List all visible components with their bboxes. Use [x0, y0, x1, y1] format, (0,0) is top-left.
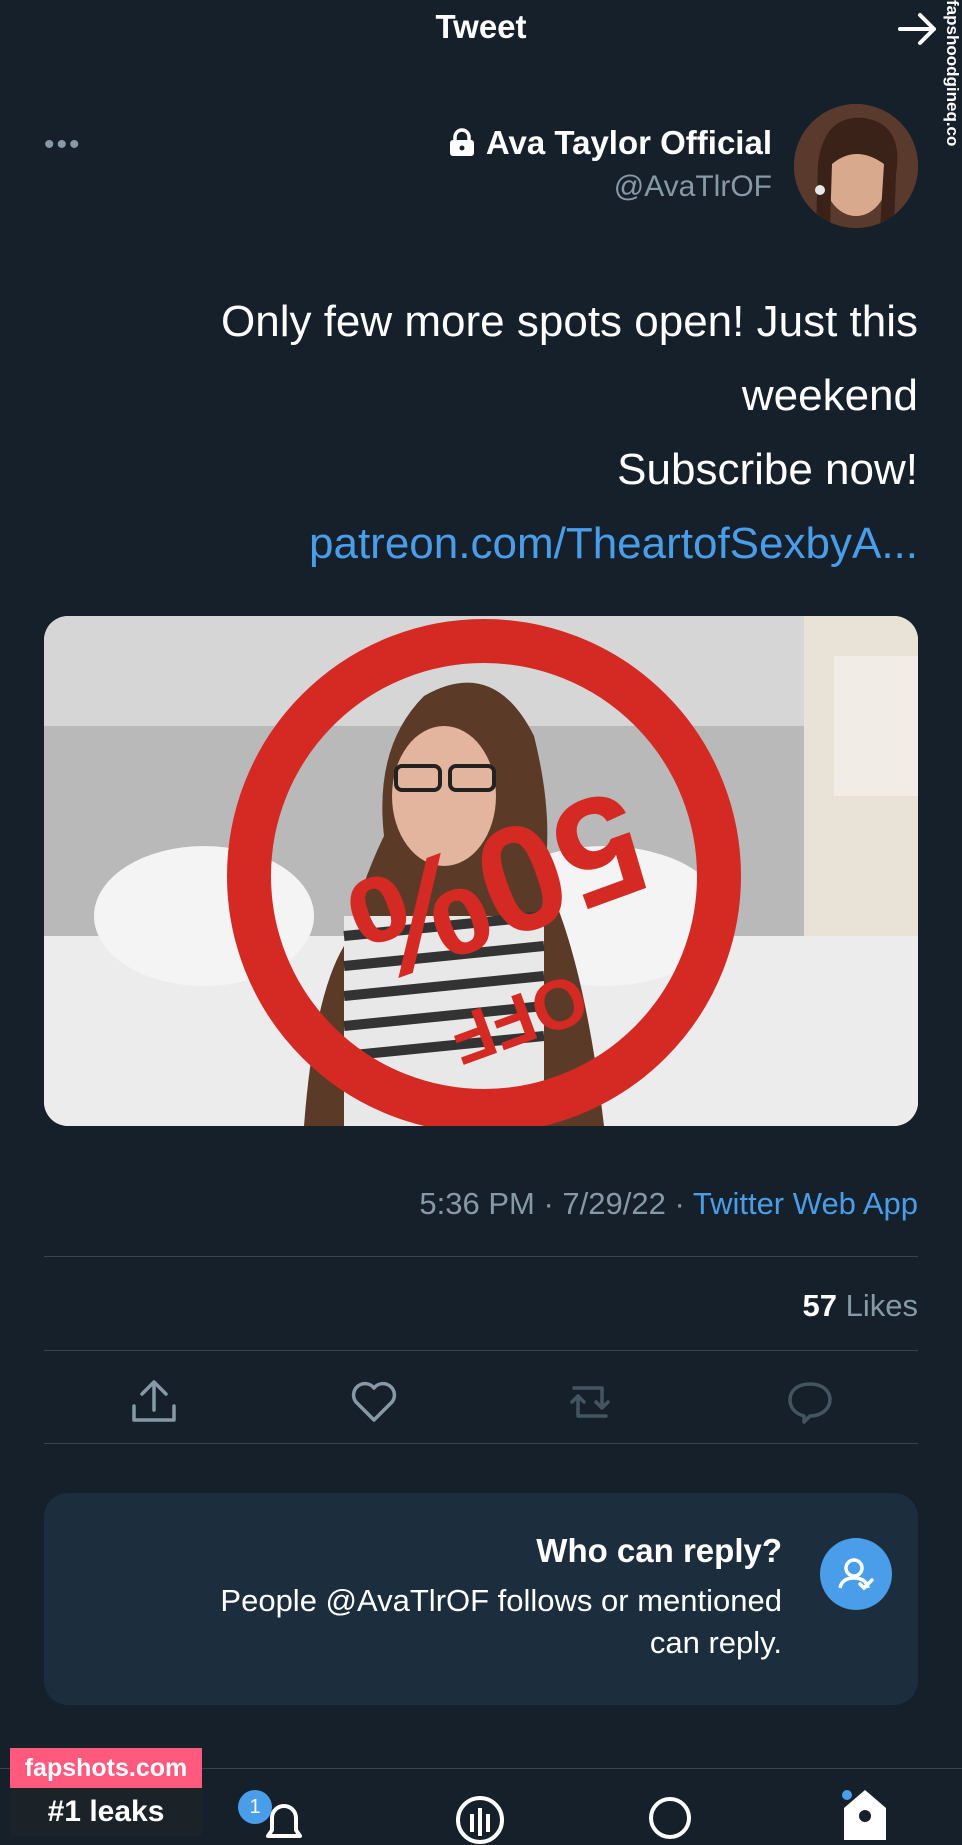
- who-can-reply-desc: People @AvaTlrOF follows or mentioned ca…: [220, 1583, 782, 1660]
- likes-count: 57: [802, 1288, 838, 1323]
- back-arrow-icon[interactable]: [894, 6, 940, 52]
- site-watermark-bottom: #1 leaks: [10, 1788, 202, 1836]
- tweet-meta: 5:36 PM · 7/29/22 · Twitter Web App: [419, 1186, 918, 1222]
- lock-icon: [449, 128, 474, 156]
- share-icon[interactable]: [126, 1374, 182, 1430]
- site-watermark-badge: fapshots.com #1 leaks: [10, 1748, 202, 1836]
- side-watermark: fapshoodgineq.co: [943, 0, 962, 147]
- divider: [44, 1256, 918, 1257]
- tweet-timestamp: 5:36 PM · 7/29/22 ·: [419, 1186, 693, 1221]
- notifications-count-badge: 1: [238, 1790, 272, 1824]
- tweet-media[interactable]: 50% OFF: [44, 616, 918, 1126]
- tweet-text: Only few more spots open! Just this week…: [118, 285, 918, 581]
- tweet-link[interactable]: patreon.com/TheartofSexbyA...: [118, 507, 918, 581]
- retweet-icon[interactable]: [562, 1374, 618, 1430]
- spaces-icon[interactable]: [452, 1792, 508, 1844]
- home-unread-dot: [842, 1790, 852, 1800]
- reply-icon[interactable]: [782, 1374, 838, 1430]
- display-name-text: Ava Taylor Official: [485, 124, 772, 161]
- divider: [44, 1443, 918, 1444]
- display-name[interactable]: Ava Taylor Official: [448, 124, 772, 162]
- tweet-line: Subscribe now!: [617, 445, 918, 494]
- who-can-reply-title: Who can reply?: [536, 1532, 782, 1569]
- search-icon[interactable]: [644, 1792, 696, 1844]
- page-title: Tweet: [435, 8, 527, 45]
- tweet-line: Only few more spots open! Just this: [221, 297, 918, 346]
- like-icon[interactable]: [346, 1374, 402, 1430]
- avatar[interactable]: [794, 104, 918, 228]
- tweet-source[interactable]: Twitter Web App: [693, 1186, 918, 1221]
- who-can-reply-icon: [820, 1538, 892, 1610]
- likes-summary[interactable]: 57 Likes: [803, 1288, 918, 1324]
- likes-label: Likes: [837, 1288, 918, 1323]
- site-watermark-top: fapshots.com: [10, 1748, 202, 1788]
- tweet-line: weekend: [741, 371, 918, 420]
- divider: [44, 1350, 918, 1351]
- more-icon[interactable]: •••: [44, 128, 82, 162]
- user-handle: @AvaTlrOF: [613, 170, 772, 203]
